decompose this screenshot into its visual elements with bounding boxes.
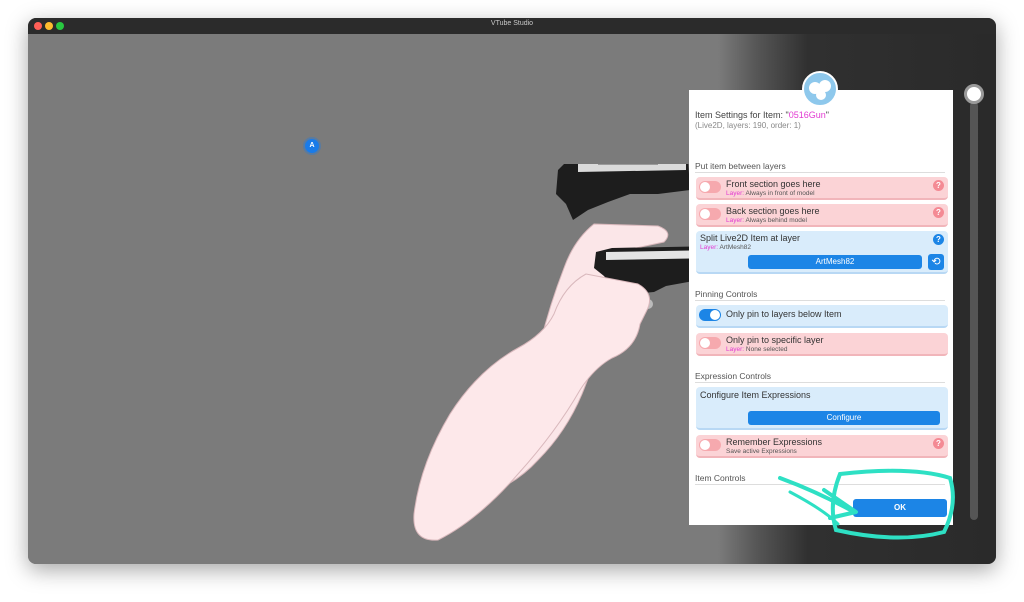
help-icon[interactable]: ? [933, 207, 944, 218]
model-arms-with-gun[interactable] [368, 164, 728, 544]
back-section-sub: Layer: Always behind model [726, 217, 807, 224]
front-section-row[interactable]: Front section goes here Layer: Always in… [696, 177, 948, 200]
back-section-toggle[interactable] [699, 208, 721, 220]
app-window: VTube Studio A Item Settings for Item: "… [28, 18, 996, 564]
section-pinning-heading: Pinning Controls [695, 289, 945, 301]
pin-specific-sub: Layer: None selected [726, 346, 788, 353]
title-bar: VTube Studio [28, 18, 996, 34]
artmesh-select-button[interactable]: ArtMesh82 [748, 255, 922, 269]
help-icon[interactable]: ? [933, 180, 944, 191]
item-name: 0516Gun [788, 110, 826, 120]
back-section-row[interactable]: Back section goes here Layer: Always beh… [696, 204, 948, 227]
split-layer-row: Split Live2D Item at layer Layer: ArtMes… [696, 231, 948, 274]
ok-button[interactable]: OK [853, 499, 947, 517]
front-section-label: Front section goes here [726, 179, 821, 189]
remember-expressions-row[interactable]: Remember Expressions Save active Express… [696, 435, 948, 458]
help-icon[interactable]: ? [933, 438, 944, 449]
anchor-marker[interactable]: A [305, 139, 319, 153]
configure-expressions-row: Configure Item Expressions Configure [696, 387, 948, 430]
pin-below-label: Only pin to layers below Item [726, 309, 842, 319]
panel-subtitle: (Live2D, layers: 190, order: 1) [695, 121, 801, 130]
pin-below-row[interactable]: Only pin to layers below Item [696, 305, 948, 328]
section-expression-heading: Expression Controls [695, 371, 945, 383]
front-section-toggle[interactable] [699, 181, 721, 193]
remember-expressions-toggle[interactable] [699, 439, 721, 451]
panel-title: Item Settings for Item: "0516Gun" [695, 110, 829, 120]
scrollbar-knob[interactable] [964, 84, 984, 104]
gun-back-image [556, 164, 690, 220]
back-section-label: Back section goes here [726, 206, 820, 216]
window-title: VTube Studio [490, 20, 534, 27]
split-layer-sub: Layer: ArtMesh82 [700, 244, 751, 251]
vtube-logo-icon [802, 71, 838, 107]
configure-expressions-label: Configure Item Expressions [700, 390, 811, 400]
reset-icon[interactable]: ⟲ [928, 254, 944, 270]
pin-specific-label: Only pin to specific layer [726, 335, 824, 345]
remember-expressions-label: Remember Expressions [726, 437, 823, 447]
pin-specific-row[interactable]: Only pin to specific layer Layer: None s… [696, 333, 948, 356]
section-item-heading: Item Controls [695, 473, 945, 485]
scrollbar-track[interactable] [970, 102, 978, 520]
front-section-sub: Layer: Always in front of model [726, 190, 815, 197]
remember-expressions-sub: Save active Expressions [726, 448, 797, 455]
configure-button[interactable]: Configure [748, 411, 940, 425]
help-icon[interactable]: ? [933, 234, 944, 245]
split-layer-label: Split Live2D Item at layer [700, 233, 801, 243]
pin-specific-toggle[interactable] [699, 337, 721, 349]
pin-below-toggle[interactable] [699, 309, 721, 321]
item-settings-panel: Item Settings for Item: "0516Gun" (Live2… [689, 71, 953, 525]
section-layers-heading: Put item between layers [695, 161, 945, 173]
model-viewport[interactable]: A Item Settings for Item: "0516Gun" (Liv… [28, 34, 996, 564]
